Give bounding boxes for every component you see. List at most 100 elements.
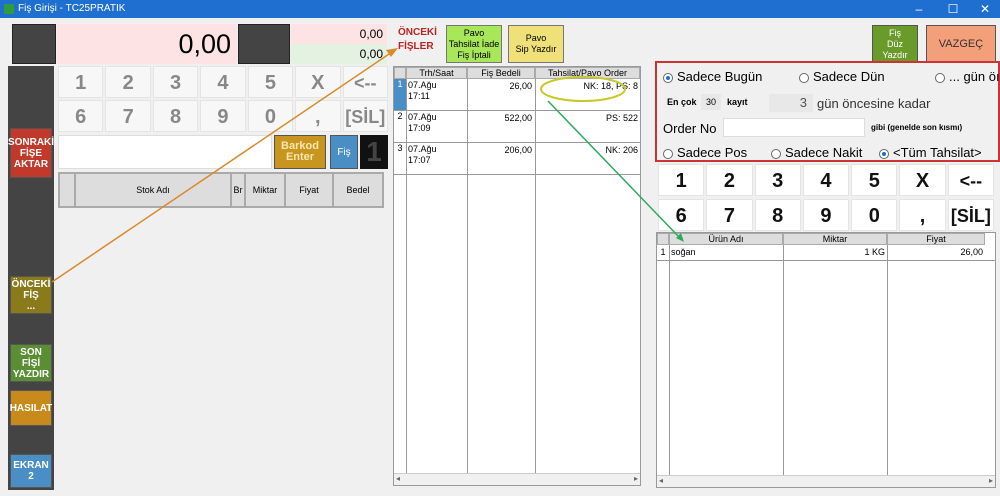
right-keypad-row1: 1 2 3 4 5 X <-- [658,164,994,196]
left-keypad-key[interactable]: X [295,66,341,98]
product-row[interactable]: 1 soğan 1 KG 26,00 [657,245,995,261]
sub-display-1: 0,00 [291,24,387,44]
window-title: Fiş Girişi - TC25PRATIK [18,3,126,14]
filter-all[interactable]: <Tüm Tahsilat> [879,145,982,160]
receipt-date: 07.Ağu [408,144,437,154]
fis-button[interactable]: Fiş [330,135,358,169]
right-keypad-key[interactable]: 2 [706,164,753,196]
fis-counter: 1 [360,135,388,169]
radio-pos[interactable] [663,148,673,159]
receipt-row-number: 3 [397,143,403,153]
print-last-receipt-button[interactable]: SON FİŞİ YAZDIR [10,344,52,382]
next-receipt-button[interactable]: SONRAKİ FİŞE AKTAR [8,128,54,178]
filter-days-ago-label: ... gün öı [949,69,1000,84]
plain-print-button[interactable]: Fiş Düz Yazdır [872,25,918,63]
left-keypad-key[interactable]: 5 [247,66,294,98]
radio-today[interactable] [663,72,673,83]
product-price: 26,00 [960,247,983,257]
left-keypad-key[interactable]: 4 [200,66,246,98]
previous-receipt-button[interactable]: ÖNCEKİ FİŞ ... [10,276,52,314]
max-input[interactable]: 30 [701,94,721,110]
right-keypad-key[interactable]: <-- [947,164,994,196]
receipts-scrollbar[interactable]: ◂ ▸ [394,473,640,485]
right-keypad-key[interactable]: 1 [658,164,705,196]
right-keypad-key[interactable]: 7 [706,199,753,231]
left-keypad-key[interactable]: 3 [152,66,199,98]
left-keypad-key[interactable]: 9 [200,100,246,132]
right-keypad-row2: 6 7 8 9 0, [SİL] [658,199,994,231]
left-keypad-key[interactable]: 8 [152,100,199,132]
total-display: 0,00 [57,24,237,64]
right-keypad-key[interactable]: 3 [754,164,801,196]
col-product-name: Ürün Adı [669,233,783,245]
receipt-payment: PS: 522 [605,113,638,123]
barcode-input[interactable] [58,135,272,169]
product-qty: 1 KG [864,247,885,257]
right-keypad-key[interactable]: , [899,199,946,231]
receipts-corner [394,67,406,79]
close-button[interactable]: ✕ [972,1,998,17]
filter-pos-label: Sadece Pos [677,145,748,160]
display-mid-panel [238,24,290,64]
receipts-table: Trh/Saat Fiş Bedeli Tahsilat/Pavo Order … [393,66,641,486]
radio-days-ago[interactable] [935,72,945,83]
receipt-row[interactable]: 1 07.Ağu 17:11 26,00 NK: 18, PS: 8 [394,79,640,111]
previous-receipts-label[interactable]: ÖNCEKİ FİŞLER [398,26,438,56]
right-keypad-key[interactable]: 5 [851,164,898,196]
order-no-input[interactable] [723,118,865,137]
maximize-button[interactable]: ☐ [940,1,966,17]
receipt-amount: 206,00 [504,145,532,155]
right-keypad-key[interactable]: 4 [802,164,850,196]
cancel-button[interactable]: VAZGEÇ [926,25,996,63]
filter-today[interactable]: Sadece Bugün [663,69,762,84]
order-no-label: Order No [663,121,717,136]
left-keypad-row2: 6 7 8 9 0, [SİL] [58,100,388,132]
sub-display-2: 0,00 [291,44,387,64]
filter-cash[interactable]: Sadece Nakit [771,145,862,160]
previous-receipts-line2: FİŞLER [398,41,434,52]
barcode-enter-button[interactable]: Barkod Enter [274,135,326,169]
receipt-time: 17:07 [408,155,431,165]
filter-today-label: Sadece Bugün [677,69,763,84]
receipt-time: 17:11 [408,91,430,101]
screen-2-button[interactable]: EKRAN 2 [10,454,52,488]
receipt-time: 17:09 [408,123,431,133]
left-keypad-key[interactable]: 1 [58,66,104,98]
products-scrollbar[interactable]: ◂ ▸ [657,475,995,487]
display-left-panel [12,24,56,64]
max-label: En çok [667,97,697,107]
receipt-row[interactable]: 2 07.Ağu 17:09 522,00 PS: 522 [394,111,640,143]
right-keypad-key[interactable]: [SİL] [947,199,994,231]
left-keypad-key[interactable]: 2 [105,66,151,98]
filter-pos[interactable]: Sadece Pos [663,145,747,160]
left-keypad-key[interactable]: , [295,100,341,132]
right-keypad-key[interactable]: 9 [802,199,850,231]
col-receipt-amount: Fiş Bedeli [467,67,535,79]
filter-days-ago[interactable]: ... gün öı [935,69,1000,84]
receipt-date: 07.Ağu [408,112,437,122]
right-keypad-key[interactable]: 6 [658,199,705,231]
left-keypad-key[interactable]: [SİL] [342,100,388,132]
filter-all-label: <Tüm Tahsilat> [893,145,982,160]
left-keypad-key[interactable]: 7 [105,100,151,132]
right-keypad-key[interactable]: X [899,164,946,196]
right-keypad-key[interactable]: 0 [851,199,898,231]
pavo-refund-button[interactable]: Pavo Tahsilat İade Fiş İptali [446,25,502,63]
receipt-row[interactable]: 3 07.Ağu 17:07 206,00 NK: 206 [394,143,640,175]
pavo-order-print-button[interactable]: Pavo Sip Yazdır [508,25,564,63]
right-keypad-key[interactable]: 8 [754,199,801,231]
left-keypad-key[interactable]: <-- [342,66,388,98]
receipt-row-number: 2 [397,111,403,121]
receipt-row-number: 1 [394,79,406,110]
radio-yesterday[interactable] [799,72,809,83]
col-product-qty: Miktar [783,233,887,245]
radio-cash[interactable] [771,148,781,159]
left-keypad-key[interactable]: 0 [247,100,294,132]
hasilat-button[interactable]: HASILAT [10,390,52,426]
minimize-button[interactable]: – [906,1,932,17]
left-keypad-key[interactable]: 6 [58,100,104,132]
days-input[interactable]: 3 [769,94,813,112]
filter-cash-label: Sadece Nakit [785,145,863,160]
filter-yesterday[interactable]: Sadece Dün [799,69,885,84]
radio-all[interactable] [879,148,889,159]
